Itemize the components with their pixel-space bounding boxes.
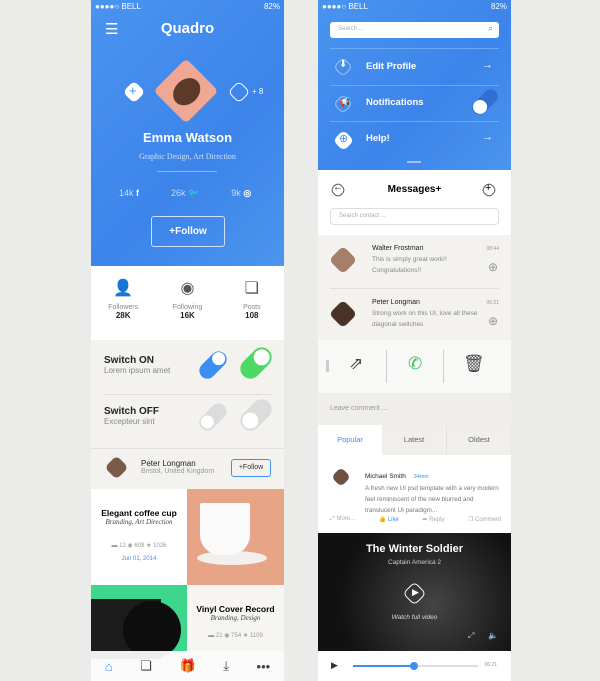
switch-off-small[interactable] bbox=[196, 400, 230, 434]
arrow-right-icon: → bbox=[482, 59, 493, 71]
profile-screen: ●●●●○ BELL 82% ☰ Quadro + + 8 Emma Watson… bbox=[91, 0, 284, 681]
twitter-stat[interactable]: 26k 🐦 bbox=[171, 188, 199, 199]
comment-input[interactable]: Leave comment ... bbox=[318, 393, 511, 425]
fullscreen-icon[interactable]: ⤢ bbox=[468, 631, 474, 641]
plus-icon: + bbox=[129, 83, 137, 98]
bottom-nav: ⌂ ❏ 🎁 ⤓ ••• bbox=[91, 651, 284, 681]
twitter-icon: 🐦 bbox=[188, 188, 200, 198]
dribbble-icon: ◎ bbox=[243, 188, 252, 198]
coffee-image bbox=[187, 489, 284, 585]
facebook-stat[interactable]: 14k f bbox=[119, 188, 139, 199]
switch-off-large[interactable] bbox=[236, 395, 276, 435]
arrow-right-icon: → bbox=[482, 131, 493, 143]
app-title: Quadro bbox=[160, 20, 215, 37]
drag-handle[interactable] bbox=[407, 161, 421, 163]
menu-edit-profile[interactable]: ⬇ Edit Profile → bbox=[330, 52, 499, 82]
user-card: Peter Longman Bristol, United Kingdom bbox=[141, 459, 215, 475]
menu-help[interactable]: ⊕ Help! → bbox=[330, 125, 499, 155]
divider bbox=[157, 171, 217, 172]
comment-tabs: Popular Latest Oldest bbox=[318, 425, 511, 455]
trash-icon[interactable]: 🗑 bbox=[463, 354, 485, 374]
play-icon: ▶ bbox=[412, 587, 419, 597]
home-icon[interactable]: ⌂ bbox=[105, 659, 113, 674]
card-vinyl[interactable]: Vinyl Cover Record Branding, Design ▬ 21… bbox=[187, 585, 284, 651]
plus-icon: + bbox=[485, 182, 492, 194]
search-icon: ⌕ bbox=[487, 23, 493, 33]
search-contact-input[interactable]: Search contact ... bbox=[330, 208, 499, 225]
status-bar: ●●●●○ BELL 82% bbox=[95, 2, 280, 11]
facebook-icon: f bbox=[136, 188, 140, 198]
switch-on-blue[interactable] bbox=[196, 348, 230, 382]
lifebuoy-icon: ⊕ bbox=[339, 133, 349, 145]
dribbble-stat[interactable]: 9k ◎ bbox=[231, 188, 251, 199]
profile-name: Emma Watson bbox=[142, 130, 233, 145]
megaphone-icon: 📢 bbox=[339, 97, 351, 107]
more-link[interactable]: ⤢ More... bbox=[330, 516, 355, 523]
comment-button[interactable]: ❐ Comment bbox=[468, 516, 501, 523]
messages-screen: ●●●●○ BELL 82% Search ... ⌕ ⬇ Edit Profile →… bbox=[318, 0, 511, 681]
stats-bar: 👤 Followers 28K ◉ Following 16K ❏ Posts 108 bbox=[91, 266, 284, 340]
share-icon[interactable]: ⇗ bbox=[349, 354, 363, 374]
status-bar: ●●●●○ BELL 82% bbox=[322, 2, 507, 11]
user-icon: 👤 bbox=[113, 280, 134, 297]
message-item[interactable]: Walter Frostman This is simply great work… bbox=[318, 236, 511, 288]
profile-role: Graphic Design, Art Direction bbox=[139, 152, 236, 161]
volume-icon[interactable]: 🔈 bbox=[488, 631, 498, 640]
reply-button[interactable]: ➦ Reply bbox=[422, 516, 444, 523]
more-icon[interactable]: ••• bbox=[257, 659, 271, 674]
video-player[interactable]: The Winter Soldier Captain America 2 ▶ W… bbox=[318, 533, 511, 651]
swipe-actions: ⇗ ✆ 🗑 bbox=[318, 340, 511, 393]
switch-on-row: Switch ON Lorem ipsum amet bbox=[104, 355, 171, 375]
comment-item: Michael Smith · 34min A fresh new UI psd … bbox=[318, 455, 511, 533]
extra-count: + 8 bbox=[252, 87, 264, 96]
play-icon[interactable]: ▶ bbox=[331, 660, 338, 671]
download-icon: ⬇ bbox=[339, 59, 348, 70]
progress-slider[interactable] bbox=[353, 662, 478, 670]
tab-popular[interactable]: Popular bbox=[318, 425, 382, 455]
layers-icon[interactable]: ❏ bbox=[140, 658, 152, 674]
download-icon[interactable]: ⤓ bbox=[223, 658, 229, 674]
message-item[interactable]: Peter Longman Strong work on this UI, lov… bbox=[318, 290, 511, 340]
tab-oldest[interactable]: Oldest bbox=[447, 425, 511, 455]
switch-on-green[interactable] bbox=[236, 343, 276, 383]
gift-icon[interactable]: 🎁 bbox=[179, 658, 195, 674]
vinyl-image bbox=[91, 585, 187, 659]
stat-posts[interactable]: ❏ Posts 108 bbox=[220, 266, 284, 340]
add-icon: ⊕ bbox=[487, 260, 498, 274]
user-follow-button[interactable]: +Follow bbox=[231, 459, 271, 477]
player-controls: ▶ 06:21 bbox=[318, 651, 511, 681]
stat-following[interactable]: ◉ Following 16K bbox=[155, 266, 219, 340]
add-icon: ⊕ bbox=[487, 314, 498, 328]
tab-latest[interactable]: Latest bbox=[382, 425, 447, 455]
social-stats: 14k f 26k 🐦 9k ◎ bbox=[119, 188, 251, 199]
like-button[interactable]: 👍 Like bbox=[379, 516, 399, 523]
eye-icon: ◉ bbox=[180, 280, 195, 297]
stat-followers[interactable]: 👤 Followers 28K bbox=[91, 266, 155, 340]
search-input[interactable]: Search ... ⌕ bbox=[330, 22, 499, 38]
posts-icon: ❏ bbox=[244, 280, 259, 297]
follow-button[interactable]: +Follow bbox=[151, 216, 225, 247]
card-coffee[interactable]: Elegant coffee cup Branding, Art Directi… bbox=[91, 489, 187, 585]
switch-off-row: Switch OFF Excepteur sint bbox=[104, 406, 159, 426]
peter-avatar bbox=[104, 455, 129, 480]
phone-icon[interactable]: ✆ bbox=[408, 354, 422, 374]
